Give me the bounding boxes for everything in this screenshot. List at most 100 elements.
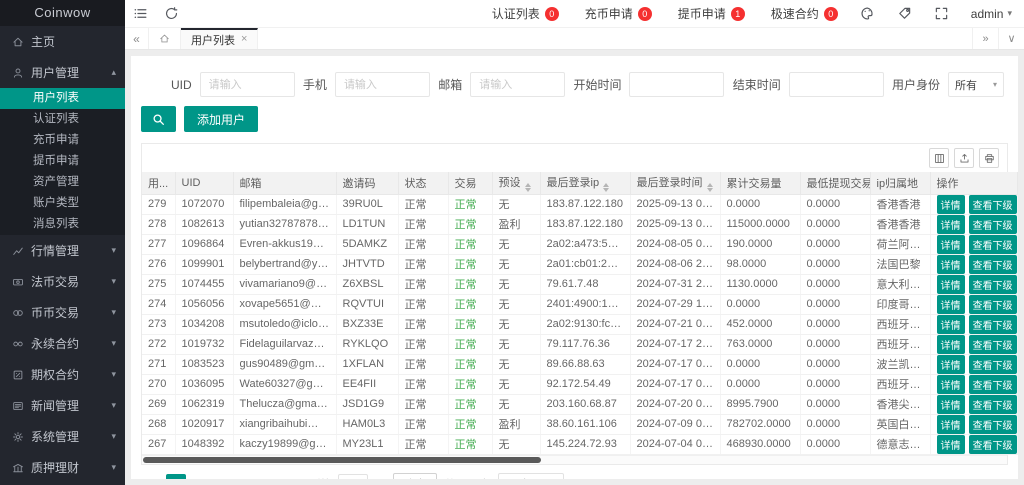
cell-actions: 详情查看下级… — [930, 234, 1017, 254]
action-bar: 添加用户 — [141, 106, 1008, 132]
sidebar-item-staking-finance[interactable]: 质押理财▾ — [0, 452, 125, 483]
sidebar-item-withdraw-requests[interactable]: 提币申请 — [0, 151, 125, 172]
topbar-shortcut-deposit-requests[interactable]: 充币申请0 — [585, 5, 652, 22]
detail-button[interactable]: 详情 — [937, 235, 965, 254]
horizontal-scrollbar[interactable] — [142, 455, 1007, 464]
view-subordinates-button[interactable]: 查看下级 — [969, 375, 1017, 394]
start-time-filter-input[interactable] — [629, 72, 724, 97]
next-page-button[interactable]: › — [284, 477, 302, 480]
chevron-down-icon: ▾ — [111, 307, 116, 318]
sidebar-item-account-types[interactable]: 账户类型 — [0, 193, 125, 214]
sort-icon[interactable] — [707, 183, 713, 192]
view-subordinates-button[interactable]: 查看下级 — [969, 235, 1017, 254]
tab-user-list[interactable]: 用户列表 × — [181, 28, 258, 49]
detail-button[interactable]: 详情 — [937, 195, 965, 214]
cell-status: 正常 — [398, 314, 448, 334]
detail-button[interactable]: 详情 — [937, 435, 965, 454]
cell-last-login-time: 2024-07-29 18:02:16 — [630, 294, 720, 314]
page-jump-input[interactable] — [338, 474, 368, 480]
detail-button[interactable]: 详情 — [937, 415, 965, 434]
sidebar-item-asset-management[interactable]: 资产管理 — [0, 172, 125, 193]
tag-button[interactable] — [897, 6, 912, 21]
view-subordinates-button[interactable]: 查看下级 — [969, 335, 1017, 354]
sidebar-item-user-management[interactable]: 用户管理▴ — [0, 57, 125, 88]
view-subordinates-button[interactable]: 查看下级 — [969, 195, 1017, 214]
page-button-1[interactable]: 1 — [166, 474, 186, 480]
search-button[interactable] — [141, 106, 176, 132]
cell-ip-location: 西班牙马德里 — [870, 314, 930, 334]
detail-button[interactable]: 详情 — [937, 255, 965, 274]
detail-button[interactable]: 详情 — [937, 275, 965, 294]
tabs-scroll-left-button[interactable]: « — [125, 28, 149, 49]
export-button[interactable] — [954, 148, 974, 168]
page-button-2[interactable]: 2 — [191, 474, 211, 480]
sidebar-item-auth-list[interactable]: 认证列表 — [0, 109, 125, 130]
sidebar-item-system-management[interactable]: 系统管理▾ — [0, 421, 125, 452]
prev-page-button[interactable]: ‹ — [143, 477, 161, 480]
topbar-shortcut-auth-list[interactable]: 认证列表0 — [492, 5, 559, 22]
sidebar-item-perpetual-contract[interactable]: 永续合约▾ — [0, 328, 125, 359]
page-button-10[interactable]: 10 — [259, 474, 279, 480]
sort-icon[interactable] — [525, 183, 531, 192]
topbar-shortcut-withdraw-requests[interactable]: 提币申请1 — [678, 5, 745, 22]
page-button-3[interactable]: 3 — [216, 474, 236, 480]
cell-last-login-time: 2024-07-20 01:06:51 — [630, 394, 720, 414]
refresh-button[interactable] — [164, 6, 179, 21]
user-identity-select[interactable]: 所有▾ — [948, 72, 1004, 97]
view-subordinates-button[interactable]: 查看下级 — [969, 355, 1017, 374]
sidebar-toggle-button[interactable] — [133, 6, 148, 21]
sidebar-item-user-list[interactable]: 用户列表 — [0, 88, 125, 109]
cell-status: 正常 — [398, 354, 448, 374]
sidebar-item-coin-trade[interactable]: 币币交易▾ — [0, 297, 125, 328]
phone-filter-input[interactable] — [335, 72, 430, 97]
sidebar-item-options-contract[interactable]: 期权合约▾ — [0, 359, 125, 390]
column-last-login-time[interactable]: 最后登录时间 — [630, 172, 720, 194]
cell-min-withdraw-volume: 0.0000 — [800, 414, 870, 434]
detail-button[interactable]: 详情 — [937, 375, 965, 394]
cell-invite-code: RQVTUI — [336, 294, 398, 314]
tabs-menu-button[interactable]: ∨ — [998, 28, 1024, 49]
view-subordinates-button[interactable]: 查看下级 — [969, 415, 1017, 434]
sidebar-item-label: 行情管理 — [31, 242, 79, 259]
uid-filter-input[interactable] — [200, 72, 295, 97]
cell-seq: 269 — [142, 394, 175, 414]
print-button[interactable] — [979, 148, 999, 168]
sidebar-item-deposit-requests[interactable]: 充币申请 — [0, 130, 125, 151]
sidebar-item-message-list[interactable]: 消息列表 — [0, 214, 125, 235]
cell-actions: 详情查看下级… — [930, 334, 1017, 354]
detail-button[interactable]: 详情 — [937, 395, 965, 414]
column-preset[interactable]: 预设 — [492, 172, 540, 194]
tab-home[interactable] — [149, 28, 181, 49]
add-user-button[interactable]: 添加用户 — [184, 106, 258, 132]
detail-button[interactable]: 详情 — [937, 295, 965, 314]
detail-button[interactable]: 详情 — [937, 355, 965, 374]
detail-button[interactable]: 详情 — [937, 315, 965, 334]
tabs-scroll-right-button[interactable]: » — [972, 28, 998, 49]
topbar-shortcut-fast-contract[interactable]: 极速合约0 — [771, 5, 838, 22]
column-last-login-ip[interactable]: 最后登录ip — [540, 172, 630, 194]
view-subordinates-button[interactable]: 查看下级 — [969, 215, 1017, 234]
view-subordinates-button[interactable]: 查看下级 — [969, 255, 1017, 274]
confirm-page-button[interactable]: 确定 — [393, 473, 437, 480]
end-time-filter-input[interactable] — [789, 72, 884, 97]
page-size-select[interactable]: 13 条/页▾ — [498, 473, 564, 480]
detail-button[interactable]: 详情 — [937, 335, 965, 354]
detail-button[interactable]: 详情 — [937, 215, 965, 234]
view-subordinates-button[interactable]: 查看下级 — [969, 295, 1017, 314]
fullscreen-button[interactable] — [934, 6, 949, 21]
filter-columns-button[interactable] — [929, 148, 949, 168]
view-subordinates-button[interactable]: 查看下级 — [969, 395, 1017, 414]
theme-button[interactable] — [860, 6, 875, 21]
view-subordinates-button[interactable]: 查看下级 — [969, 275, 1017, 294]
view-subordinates-button[interactable]: 查看下级 — [969, 315, 1017, 334]
sort-icon[interactable] — [603, 183, 609, 192]
view-subordinates-button[interactable]: 查看下级 — [969, 435, 1017, 454]
sidebar-item-news-management[interactable]: 新闻管理▾ — [0, 390, 125, 421]
scrollbar-thumb[interactable] — [143, 457, 541, 463]
email-filter-input[interactable] — [470, 72, 565, 97]
sidebar-item-market-management[interactable]: 行情管理▾ — [0, 235, 125, 266]
close-tab-icon[interactable]: × — [241, 34, 247, 45]
user-menu[interactable]: admin▾ — [971, 7, 1012, 21]
sidebar-item-home[interactable]: 主页 — [0, 26, 125, 57]
sidebar-item-fiat-trade[interactable]: 法币交易▾ — [0, 266, 125, 297]
